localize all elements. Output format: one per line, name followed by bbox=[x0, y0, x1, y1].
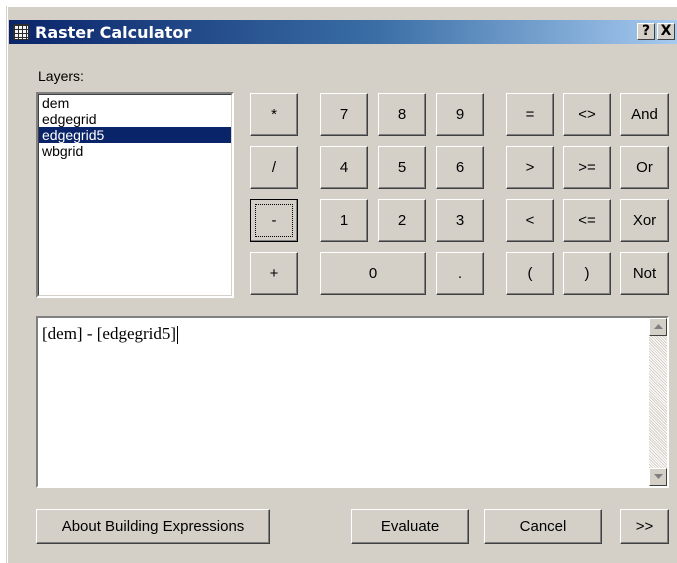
divide-button[interactable]: / bbox=[250, 146, 298, 189]
not-equal-button[interactable]: <> bbox=[563, 93, 611, 136]
layer-item-dem[interactable]: dem bbox=[39, 95, 231, 111]
expression-editor[interactable]: [dem] - [edgegrid5] bbox=[36, 316, 669, 488]
layers-listbox[interactable]: dem edgegrid edgegrid5 wbgrid bbox=[36, 92, 234, 298]
title-bar[interactable]: Raster Calculator ? X bbox=[9, 20, 677, 44]
vertical-scrollbar[interactable] bbox=[649, 318, 667, 486]
less-than-button[interactable]: < bbox=[506, 199, 554, 242]
multiply-button[interactable]: * bbox=[250, 93, 298, 136]
less-equal-button[interactable]: <= bbox=[563, 199, 611, 242]
close-paren-button[interactable]: ) bbox=[563, 252, 611, 295]
digit-2-button[interactable]: 2 bbox=[378, 199, 426, 242]
scroll-down-arrow-icon[interactable] bbox=[649, 468, 667, 486]
digit-7-button[interactable]: 7 bbox=[320, 93, 368, 136]
expression-text-wrap: [dem] - [edgegrid5] bbox=[42, 324, 179, 345]
digit-5-button[interactable]: 5 bbox=[378, 146, 426, 189]
digit-1-button[interactable]: 1 bbox=[320, 199, 368, 242]
about-building-expressions-button[interactable]: About Building Expressions bbox=[36, 509, 270, 544]
decimal-button[interactable]: . bbox=[436, 252, 484, 295]
cancel-button[interactable]: Cancel bbox=[484, 509, 602, 544]
not-button[interactable]: Not bbox=[620, 252, 669, 295]
calculator-grid-icon bbox=[13, 24, 29, 40]
open-paren-button[interactable]: ( bbox=[506, 252, 554, 295]
layers-label: Layers: bbox=[38, 68, 84, 84]
digit-9-button[interactable]: 9 bbox=[436, 93, 484, 136]
or-button[interactable]: Or bbox=[620, 146, 669, 189]
and-button[interactable]: And bbox=[620, 93, 669, 136]
digit-4-button[interactable]: 4 bbox=[320, 146, 368, 189]
equals-button[interactable]: = bbox=[506, 93, 554, 136]
greater-than-button[interactable]: > bbox=[506, 146, 554, 189]
layer-item-edgegrid5[interactable]: edgegrid5 bbox=[39, 127, 231, 143]
window-title: Raster Calculator bbox=[35, 23, 192, 42]
digit-3-button[interactable]: 3 bbox=[436, 199, 484, 242]
expression-text: [dem] - [edgegrid5] bbox=[42, 324, 177, 343]
digit-6-button[interactable]: 6 bbox=[436, 146, 484, 189]
digit-8-button[interactable]: 8 bbox=[378, 93, 426, 136]
help-button[interactable]: ? bbox=[637, 23, 655, 40]
layer-item-edgegrid[interactable]: edgegrid bbox=[39, 111, 231, 127]
subtract-button[interactable]: - bbox=[250, 199, 298, 242]
scroll-up-arrow-icon[interactable] bbox=[649, 318, 667, 336]
close-button[interactable]: X bbox=[657, 23, 675, 40]
greater-equal-button[interactable]: >= bbox=[563, 146, 611, 189]
text-caret bbox=[177, 326, 179, 345]
digit-0-button[interactable]: 0 bbox=[320, 252, 426, 295]
xor-button[interactable]: Xor bbox=[620, 199, 669, 242]
evaluate-button[interactable]: Evaluate bbox=[351, 509, 469, 544]
expand-button[interactable]: >> bbox=[620, 509, 669, 544]
layer-item-wbgrid[interactable]: wbgrid bbox=[39, 143, 231, 159]
add-button[interactable]: + bbox=[250, 252, 298, 295]
